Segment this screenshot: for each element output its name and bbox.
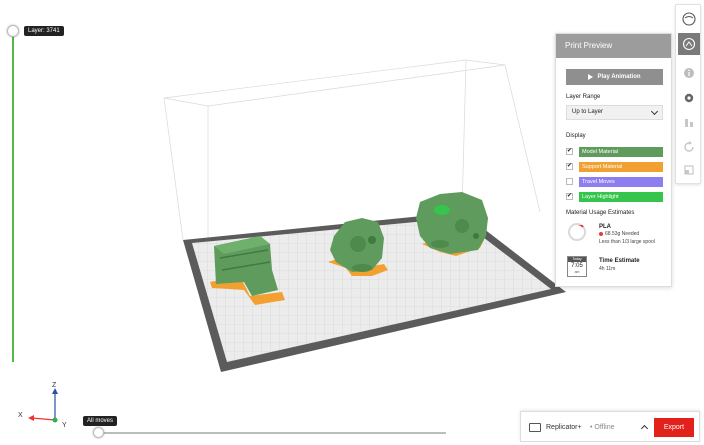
- display-item-travel-moves[interactable]: Travel Moves: [566, 177, 663, 187]
- print-preview-panel: Print Preview Play Animation Layer Range…: [555, 33, 672, 287]
- moves-tooltip: All moves: [83, 416, 118, 426]
- refresh-icon[interactable]: [678, 136, 700, 158]
- calendar-icon: Today 7:05 am: [567, 256, 587, 277]
- settings-gear-icon[interactable]: [678, 87, 700, 109]
- export-button[interactable]: Export: [654, 418, 694, 437]
- chevron-up-icon[interactable]: [640, 424, 649, 433]
- chevron-down-icon: [650, 107, 659, 116]
- layer-highlight-label: Layer Highlight: [579, 192, 663, 202]
- printer-bar: Replicator+ • Offline Export: [520, 411, 700, 442]
- material-note: Less than 1/3 large spool: [599, 239, 655, 245]
- print-preview-icon[interactable]: [678, 33, 700, 55]
- panel-title: Print Preview: [556, 34, 671, 58]
- support-material-label: Support Material: [579, 162, 663, 172]
- moves-slider-track[interactable]: [98, 432, 446, 434]
- material-usage-title: Material Usage Estimates: [566, 210, 635, 216]
- display-title: Display: [566, 133, 586, 139]
- layer-slider-track[interactable]: [12, 32, 14, 362]
- material-name: PLA: [599, 224, 611, 230]
- model-material-label: Model Material: [579, 147, 663, 157]
- display-item-support-material[interactable]: ✔ Support Material: [566, 162, 663, 172]
- time-estimate-value: 4h 11m: [599, 266, 616, 272]
- layer-range-title: Layer Range: [566, 94, 601, 100]
- printer-status: • Offline: [590, 424, 615, 431]
- supports-icon[interactable]: [678, 112, 700, 134]
- layout-icon[interactable]: [678, 159, 700, 181]
- material-needed: 68.53g Needed: [605, 231, 640, 237]
- material-needed-row: 68.53g Needed: [599, 231, 639, 237]
- view-cube-icon[interactable]: [678, 8, 700, 30]
- calendar-time: 7:05: [571, 263, 583, 269]
- play-animation-button[interactable]: Play Animation: [566, 69, 663, 85]
- layer-slider-handle[interactable]: [7, 25, 19, 37]
- printer-name[interactable]: Replicator+: [546, 424, 582, 431]
- axis-y-label: Y: [62, 422, 67, 429]
- support-material-checkbox[interactable]: ✔: [566, 163, 573, 170]
- warning-dot-icon: [599, 231, 603, 236]
- axis-x-label: X: [18, 412, 23, 419]
- moves-slider-handle[interactable]: [93, 427, 104, 438]
- info-icon[interactable]: [678, 62, 700, 84]
- time-estimate-title: Time Estimate: [599, 258, 640, 264]
- spool-icon: [568, 223, 586, 241]
- layer-tooltip: Layer: 3741: [24, 26, 64, 36]
- calendar-ampm: am: [574, 270, 580, 274]
- right-toolbar: [675, 4, 701, 184]
- axes-gizmo: Z X Y: [14, 380, 74, 430]
- display-item-model-material[interactable]: ✔ Model Material: [566, 147, 663, 157]
- model-material-checkbox[interactable]: ✔: [566, 148, 573, 155]
- axis-z-label: Z: [52, 382, 57, 389]
- layer-highlight-checkbox[interactable]: ✔: [566, 193, 573, 200]
- play-icon: [588, 74, 594, 80]
- display-item-layer-highlight[interactable]: ✔ Layer Highlight: [566, 192, 663, 202]
- printer-icon: [529, 423, 541, 432]
- layer-range-value: Up to Layer: [572, 109, 604, 115]
- travel-moves-checkbox[interactable]: [566, 178, 573, 185]
- layer-range-select[interactable]: Up to Layer: [566, 105, 663, 120]
- play-animation-label: Play Animation: [597, 74, 641, 80]
- travel-moves-label: Travel Moves: [579, 177, 663, 187]
